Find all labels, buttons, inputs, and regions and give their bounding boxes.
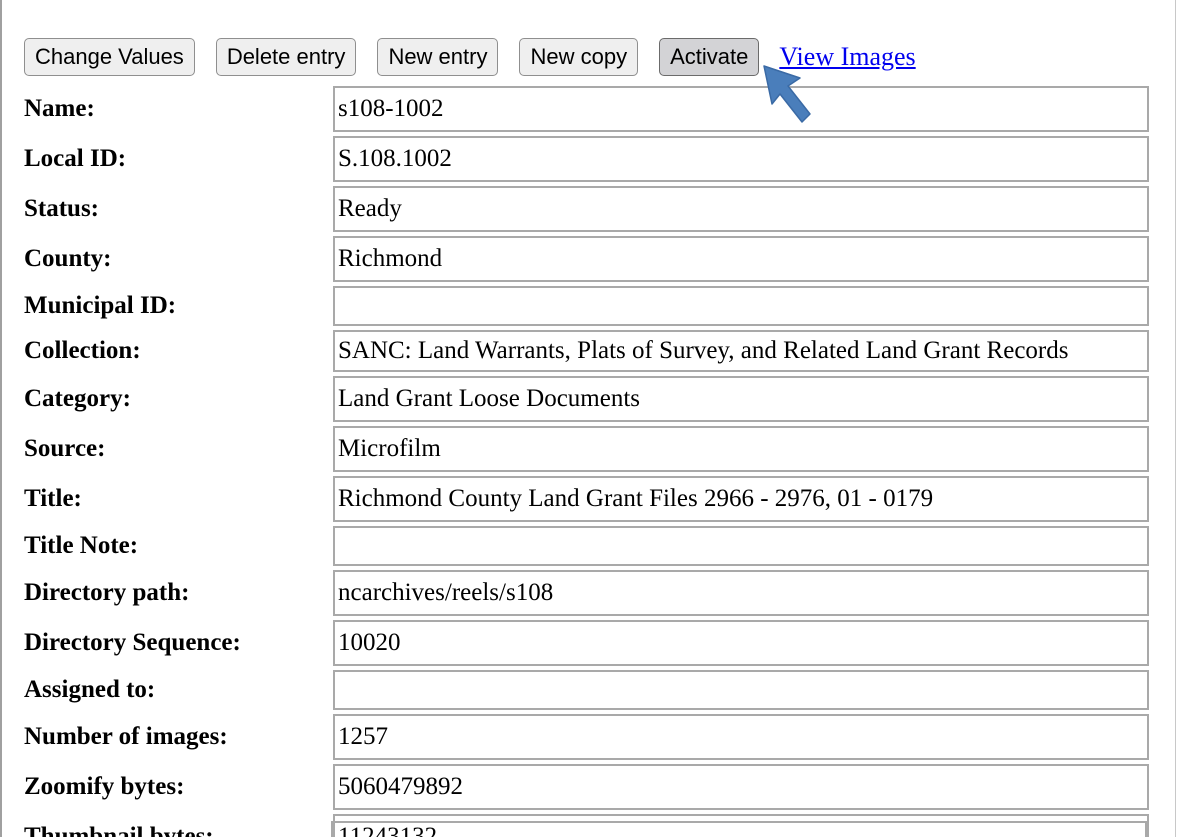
field-label: Title: — [24, 485, 82, 512]
change-values-button[interactable]: Change Values — [24, 38, 195, 76]
collection-field: SANC: Land Warrants, Plats of Survey, an… — [333, 330, 1149, 372]
field-row-directory-path: Directory path: ncarchives/reels/s108 — [22, 568, 1151, 618]
field-row-municipal-id: Municipal ID: — [22, 284, 1151, 328]
field-label: Assigned to: — [24, 676, 156, 703]
arrow-pointer-icon — [763, 65, 811, 123]
delete-entry-button[interactable]: Delete entry — [215, 38, 357, 76]
field-row-zoomify-bytes: Zoomify bytes: 5060479892 — [22, 762, 1151, 812]
field-row-status: Status: Ready — [22, 184, 1151, 234]
status-field: Ready — [333, 186, 1149, 232]
field-label: Local ID: — [24, 145, 127, 172]
field-label: Directory path: — [24, 579, 190, 606]
source-field: Microfilm — [333, 426, 1149, 472]
field-row-collection: Collection: SANC: Land Warrants, Plats o… — [22, 328, 1151, 374]
directory-path-field: ncarchives/reels/s108 — [333, 570, 1149, 616]
field-row-title-note: Title Note: — [22, 524, 1151, 568]
field-row-directory-sequence: Directory Sequence: 10020 — [22, 618, 1151, 668]
field-row-county: County: Richmond — [22, 234, 1151, 284]
new-copy-button[interactable]: New copy — [519, 38, 639, 76]
frame-border-right — [1175, 0, 1176, 837]
field-label: Name: — [24, 95, 95, 122]
field-row-assigned-to: Assigned to: — [22, 668, 1151, 712]
field-row-number-of-images: Number of images: 1257 — [22, 712, 1151, 762]
field-label: Number of images: — [24, 723, 228, 750]
category-field: Land Grant Loose Documents — [333, 376, 1149, 422]
new-entry-button[interactable]: New entry — [377, 38, 499, 76]
name-field: s108-1002 — [333, 86, 1149, 132]
field-row-local-id: Local ID: S.108.1002 — [22, 134, 1151, 184]
field-row-category: Category: Land Grant Loose Documents — [22, 374, 1151, 424]
next-field-partial — [331, 821, 1147, 837]
field-label: Status: — [24, 195, 100, 222]
municipal-id-field — [333, 286, 1149, 326]
field-row-title: Title: Richmond County Land Grant Files … — [22, 474, 1151, 524]
field-row-source: Source: Microfilm — [22, 424, 1151, 474]
assigned-to-field — [333, 670, 1149, 710]
title-field: Richmond County Land Grant Files 2966 - … — [333, 476, 1149, 522]
field-label: Directory Sequence: — [24, 629, 241, 656]
field-label: Source: — [24, 435, 106, 462]
field-label: Municipal ID: — [24, 292, 177, 319]
title-note-field — [333, 526, 1149, 566]
field-label: Zoomify bytes: — [24, 773, 185, 800]
zoomify-bytes-field: 5060479892 — [333, 764, 1149, 810]
local-id-field: S.108.1002 — [333, 136, 1149, 182]
field-label: Collection: — [24, 337, 141, 364]
field-label: Title Note: — [24, 532, 139, 559]
field-row-name: Name: s108-1002 — [22, 84, 1151, 134]
frame-border-left — [0, 0, 2, 837]
county-field: Richmond — [333, 236, 1149, 282]
field-label: Category: — [24, 385, 131, 412]
field-label: Thumbnail bytes: — [24, 823, 214, 837]
activate-button[interactable]: Activate — [659, 38, 760, 76]
field-label: County: — [24, 245, 112, 272]
directory-sequence-field: 10020 — [333, 620, 1149, 666]
number-of-images-field: 1257 — [333, 714, 1149, 760]
record-table: Name: s108-1002 Local ID: S.108.1002 Sta… — [22, 84, 1151, 837]
